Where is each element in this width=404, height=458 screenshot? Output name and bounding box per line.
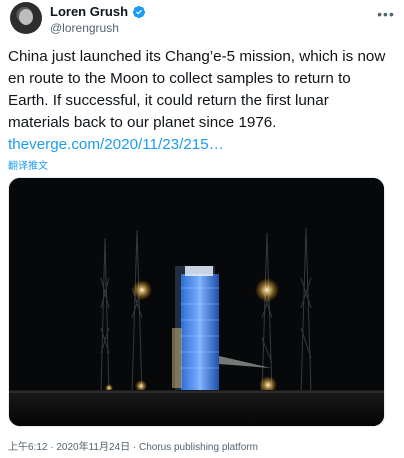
tweet-link[interactable]: theverge.com/2020/11/23/215…	[8, 134, 224, 156]
tweet-image[interactable]	[8, 177, 385, 427]
tweet-timestamp[interactable]: 上午6:12 · 2020年11月24日 · Chorus publishing…	[8, 438, 258, 453]
launch-pad-photo	[9, 178, 384, 426]
translate-button[interactable]: 翻译推文	[8, 157, 48, 172]
more-options-icon[interactable]: •••	[374, 4, 398, 24]
author-name-row[interactable]: Loren Grush	[50, 4, 146, 19]
author-name[interactable]: Loren Grush	[50, 4, 128, 19]
verified-badge-icon	[132, 5, 146, 18]
tweet-text: China just launched its Chang’e-5 missio…	[8, 48, 386, 131]
tweet: Loren Grush @lorengrush ••• China just l…	[0, 0, 404, 458]
author-handle[interactable]: @lorengrush	[50, 21, 119, 35]
avatar[interactable]	[10, 2, 42, 34]
